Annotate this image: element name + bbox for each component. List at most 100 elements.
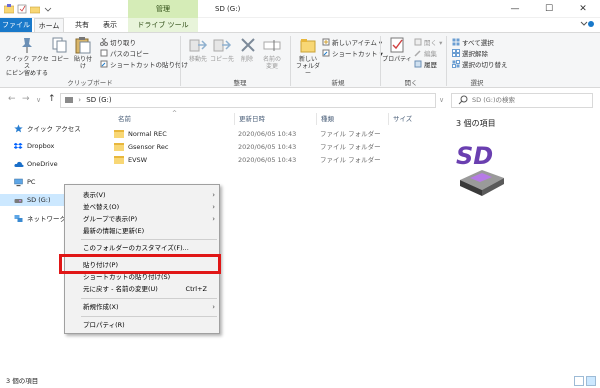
- search-input[interactable]: SD (G:)の検索: [451, 93, 593, 108]
- cut-button[interactable]: 切り取り: [100, 37, 136, 47]
- minimize-button[interactable]: —: [498, 0, 532, 18]
- column-header-size[interactable]: サイズ: [393, 112, 412, 126]
- menu-item-properties[interactable]: プロパティ(R): [83, 319, 217, 331]
- history-label: 履歴: [424, 61, 437, 69]
- easy-access-button[interactable]: ショートカット ▾: [322, 48, 383, 58]
- history-button[interactable]: 履歴: [414, 59, 437, 69]
- address-bar[interactable]: › SD (G:): [60, 93, 436, 108]
- file-date: 2020/06/05 10:43: [238, 156, 297, 164]
- menu-item-group[interactable]: グループで表示(P) ›: [83, 213, 217, 225]
- menu-item-refresh[interactable]: 最新の情報に更新(E): [83, 225, 217, 237]
- delete-button[interactable]: 削除: [238, 36, 256, 63]
- copy-path-button[interactable]: パスのコピー: [100, 48, 149, 58]
- column-header-name[interactable]: 名前: [118, 112, 131, 126]
- rename-button[interactable]: 名前の 変更: [260, 36, 284, 70]
- open-button[interactable]: 開く ▾: [414, 37, 442, 47]
- pin-icon: [17, 36, 37, 54]
- file-row[interactable]: EVSW 2020/06/05 10:43 ファイル フォルダー: [114, 154, 444, 166]
- menu-item-label: 元に戻す - 名前の変更(U): [83, 285, 158, 293]
- new-item-icon: [322, 38, 330, 46]
- file-row[interactable]: Gsensor Rec 2020/06/05 10:43 ファイル フォルダー: [114, 141, 444, 153]
- select-all-button[interactable]: すべて選択: [452, 37, 494, 47]
- tab-view[interactable]: 表示: [98, 18, 122, 32]
- ribbon-tabs: ファイル ホーム 共有 表示 ドライブ ツール: [0, 18, 600, 32]
- address-text: SD (G:): [86, 96, 112, 104]
- menu-item-sort[interactable]: 並べ替え(O) ›: [83, 201, 217, 213]
- sidebar-item-quick-access[interactable]: クイック アクセス: [14, 122, 81, 134]
- recent-locations-chevron-icon[interactable]: ∨: [36, 96, 41, 104]
- clipboard-group-label: クリップボード: [67, 79, 113, 87]
- menu-item-new[interactable]: 新規作成(X) ›: [83, 301, 217, 313]
- properties-label: プロパティ: [382, 56, 412, 63]
- copy-to-label: コピー先: [210, 56, 235, 63]
- sidebar-item-pc[interactable]: PC: [14, 176, 35, 188]
- back-arrow-icon[interactable]: ←: [8, 94, 16, 104]
- tab-home[interactable]: ホーム: [34, 18, 64, 32]
- new-folder-quick-icon[interactable]: [29, 4, 41, 14]
- ribbon-separator: [380, 36, 381, 86]
- tab-drive-tools[interactable]: ドライブ ツール: [128, 18, 198, 32]
- column-divider[interactable]: [234, 113, 235, 125]
- properties-quick-icon[interactable]: [17, 4, 27, 14]
- sidebar-item-onedrive[interactable]: OneDrive: [14, 158, 58, 170]
- file-row[interactable]: Normal REC 2020/06/05 10:43 ファイル フォルダー: [114, 128, 444, 140]
- large-icons-view-icon[interactable]: [586, 376, 596, 386]
- menu-item-label: グループで表示(P): [83, 215, 138, 223]
- menu-item-undo[interactable]: 元に戻す - 名前の変更(U) Ctrl+Z: [83, 283, 217, 295]
- submenu-arrow-icon: ›: [212, 215, 215, 223]
- invert-selection-button[interactable]: 選択の切り替え: [452, 59, 508, 69]
- column-divider[interactable]: [316, 113, 317, 125]
- sidebar-item-dropbox[interactable]: Dropbox: [13, 140, 54, 152]
- details-view-icon[interactable]: [574, 376, 584, 386]
- column-header-type[interactable]: 種類: [321, 112, 334, 126]
- close-button[interactable]: ✕: [566, 0, 600, 18]
- pin-quick-access-button[interactable]: クイック アクセス にピン留めする: [4, 36, 50, 77]
- cloud-icon: [14, 160, 24, 169]
- paste-shortcut-button[interactable]: ショートカットの貼り付け: [100, 59, 188, 69]
- folder-icon: [114, 156, 124, 164]
- menu-separator: [81, 239, 217, 240]
- up-arrow-icon[interactable]: ↑: [48, 94, 56, 104]
- file-name: Gsensor Rec: [128, 143, 169, 151]
- invert-selection-label: 選択の切り替え: [462, 61, 508, 69]
- menu-item-customize[interactable]: このフォルダーのカスタマイズ(F)...: [83, 242, 217, 254]
- menu-item-view[interactable]: 表示(V) ›: [83, 189, 217, 201]
- column-divider[interactable]: [388, 113, 389, 125]
- dropbox-icon: [13, 142, 23, 151]
- breadcrumb-chevron-icon[interactable]: ›: [78, 96, 81, 104]
- address-dropdown-chevron-icon[interactable]: ∨: [439, 96, 444, 104]
- new-folder-button[interactable]: 新しい フォルダー: [294, 36, 322, 77]
- highlight-annotation-box: [59, 254, 221, 274]
- window-title: SD (G:): [215, 5, 241, 13]
- copy-to-button[interactable]: コピー先: [210, 36, 234, 63]
- menu-separator: [81, 316, 217, 317]
- context-tab-header: 管理: [128, 0, 198, 18]
- menu-item-label: 新規作成(X): [83, 303, 119, 311]
- paste-label: 貼り付け: [73, 56, 92, 70]
- column-header-date[interactable]: 更新日時: [239, 112, 265, 126]
- move-to-button[interactable]: 移動先: [186, 36, 210, 63]
- maximize-button[interactable]: ☐: [532, 0, 566, 18]
- sidebar-item-network[interactable]: ネットワーク: [14, 212, 66, 224]
- select-none-icon: [452, 49, 460, 57]
- select-none-button[interactable]: 選択解除: [452, 48, 488, 58]
- sd-card-drive-icon: SD: [452, 140, 512, 200]
- copy-button[interactable]: コピー: [50, 36, 70, 63]
- paste-button[interactable]: 貼り付け: [72, 36, 94, 70]
- customize-chevron-icon[interactable]: [43, 4, 53, 14]
- forward-arrow-icon[interactable]: →: [22, 94, 30, 104]
- edit-button[interactable]: 編集: [414, 48, 437, 58]
- new-item-button[interactable]: 新しいアイテム ▾: [322, 37, 382, 47]
- quick-access-toolbar: [3, 3, 53, 15]
- sidebar-item-label: クイック アクセス: [27, 125, 81, 133]
- file-type: ファイル フォルダー: [320, 156, 381, 164]
- menu-item-label: このフォルダーのカスタマイズ(F)...: [83, 244, 189, 252]
- tab-file[interactable]: ファイル: [0, 18, 32, 32]
- tab-share[interactable]: 共有: [70, 18, 94, 32]
- submenu-arrow-icon: ›: [212, 203, 215, 211]
- file-name: EVSW: [128, 156, 148, 164]
- help-chevron-icon[interactable]: [580, 20, 594, 30]
- properties-button[interactable]: プロパティ: [382, 36, 412, 63]
- menu-separator: [81, 298, 217, 299]
- sidebar-item-label: PC: [27, 178, 36, 186]
